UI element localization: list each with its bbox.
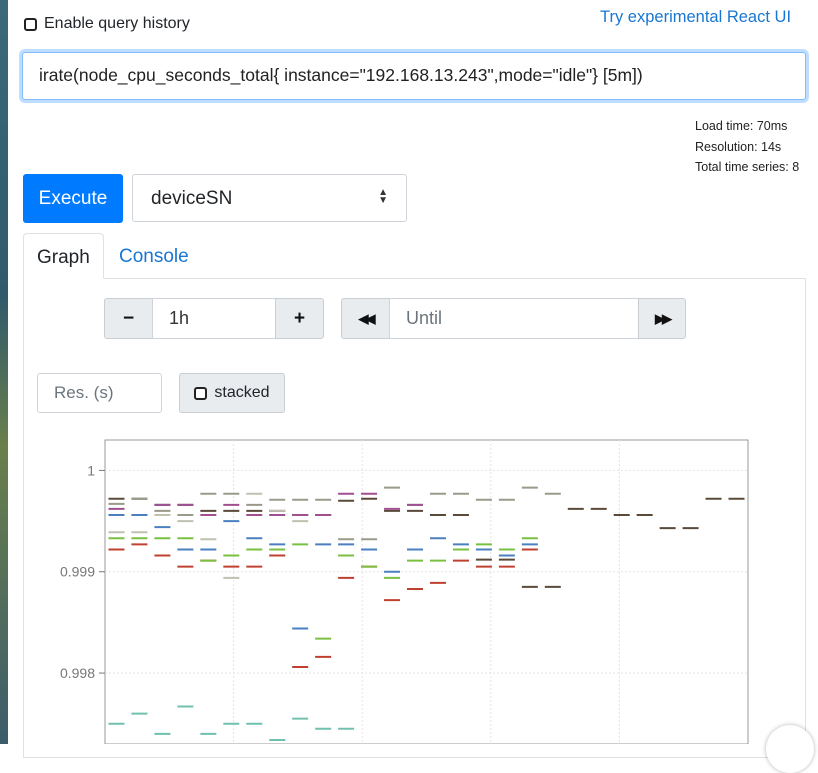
metric-select-value: deviceSN xyxy=(151,188,233,209)
range-decrease-button[interactable]: − xyxy=(104,298,153,339)
query-stats: Load time: 70ms Resolution: 14s Total ti… xyxy=(695,116,799,178)
execute-button[interactable]: Execute xyxy=(23,174,123,223)
desktop-edge-strip xyxy=(0,0,8,744)
time-forward-button[interactable]: ▶▶ xyxy=(638,298,686,339)
stacked-label: stacked xyxy=(214,384,270,401)
history-checkbox[interactable] xyxy=(24,17,37,31)
expression-input[interactable]: irate(node_cpu_seconds_total{ instance="… xyxy=(22,52,806,100)
until-input[interactable]: Until xyxy=(389,298,639,339)
stacked-toggle[interactable]: stacked xyxy=(179,373,285,413)
resolution-input[interactable]: Res. (s) xyxy=(37,373,162,413)
panel-divider xyxy=(104,278,806,279)
total-series: Total time series: 8 xyxy=(695,160,800,174)
select-caret-icon: ▲ ▼ xyxy=(378,187,388,206)
plot-area xyxy=(104,439,749,744)
tab-graph[interactable]: Graph xyxy=(23,233,104,279)
resolution: Resolution: 14s xyxy=(695,139,782,154)
time-back-button[interactable]: ◀◀ xyxy=(341,298,390,339)
stacked-checkbox[interactable] xyxy=(194,386,208,400)
y-tick-label: 0.998 xyxy=(60,665,95,681)
range-input[interactable]: 1h xyxy=(152,298,276,339)
react-ui-link[interactable]: Try experimental React UI xyxy=(600,8,791,27)
y-tick-label: 1 xyxy=(87,462,95,478)
range-increase-button[interactable]: + xyxy=(275,298,324,339)
floating-action-button[interactable] xyxy=(766,725,814,773)
load-time: Load time: 70ms xyxy=(695,119,788,133)
enable-query-history[interactable]: Enable query history xyxy=(24,15,190,33)
history-label: Enable query history xyxy=(44,15,190,32)
tab-console[interactable]: Console xyxy=(106,233,202,279)
graph-chart: 1 0.999 0.998 xyxy=(60,439,749,744)
metric-select[interactable]: deviceSN ▲ ▼ xyxy=(132,174,407,222)
y-tick-label: 0.999 xyxy=(60,564,95,580)
